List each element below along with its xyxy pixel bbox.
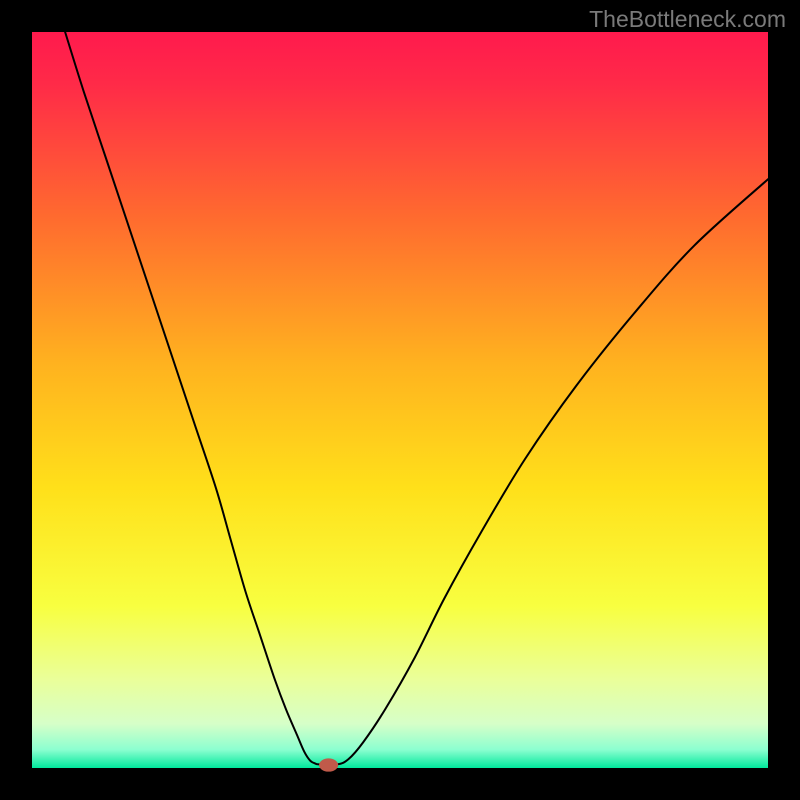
bottleneck-chart: TheBottleneck.com xyxy=(0,0,800,800)
watermark-text: TheBottleneck.com xyxy=(589,6,786,33)
chart-svg xyxy=(0,0,800,800)
plot-background xyxy=(32,32,768,768)
min-point-marker xyxy=(319,758,338,771)
